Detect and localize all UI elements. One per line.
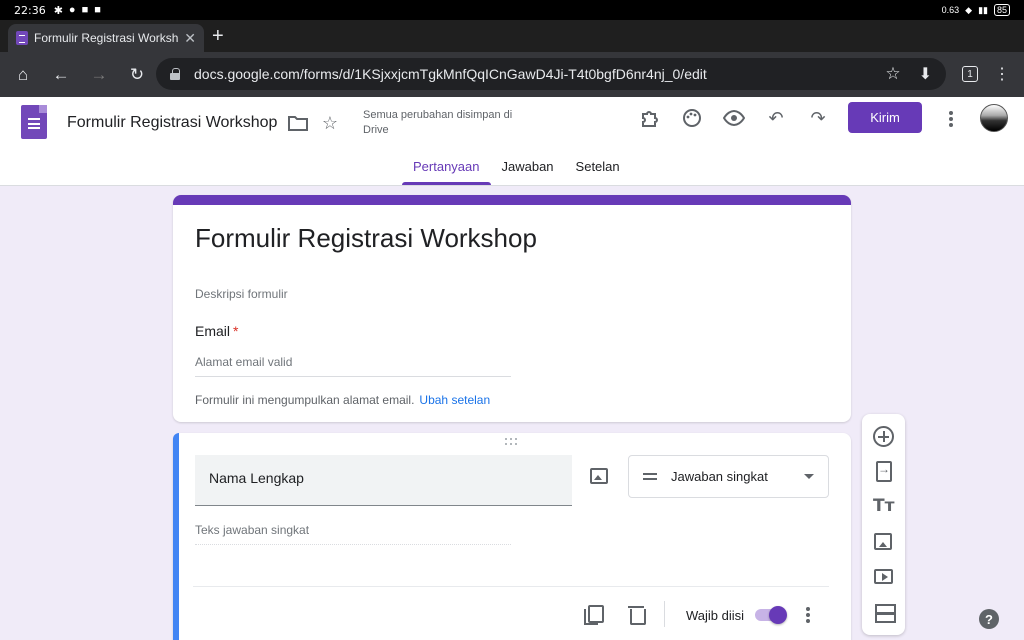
- import-questions-icon[interactable]: [876, 461, 892, 482]
- help-icon[interactable]: ?: [979, 609, 999, 629]
- toggle-knob: [769, 606, 787, 624]
- tab-responses[interactable]: Jawaban: [491, 159, 565, 185]
- browser-tab-title: Formulir Registrasi Workshop: [34, 31, 179, 45]
- short-answer-icon: [643, 473, 657, 480]
- back-icon[interactable]: ←: [42, 52, 80, 97]
- tab-questions[interactable]: Pertanyaan: [402, 159, 491, 185]
- short-answer-placeholder: Teks jawaban singkat: [195, 523, 511, 545]
- tab-switcher-button[interactable]: 1: [962, 66, 978, 82]
- footer-divider: [664, 601, 665, 627]
- more-options-icon[interactable]: [946, 109, 956, 129]
- add-question-icon[interactable]: [873, 426, 894, 447]
- divider: [193, 586, 829, 587]
- email-collection-note: Formulir ini mengumpulkan alamat email. U…: [195, 393, 490, 407]
- google-forms-logo-icon[interactable]: [21, 105, 47, 139]
- forward-icon[interactable]: →: [80, 52, 118, 97]
- add-section-icon[interactable]: [875, 604, 896, 623]
- active-card-indicator: [173, 433, 179, 640]
- required-label: Wajib diisi: [686, 608, 745, 623]
- required-asterisk: *: [233, 323, 239, 339]
- browser-menu-icon[interactable]: ⋮: [994, 64, 1010, 84]
- status-time: 22:36: [14, 3, 46, 17]
- bookmark-star-icon[interactable]: ☆: [885, 64, 900, 84]
- question-type-dropdown[interactable]: Jawaban singkat: [628, 455, 829, 498]
- preview-eye-icon[interactable]: [722, 106, 746, 130]
- form-title[interactable]: Formulir Registrasi Workshop: [195, 223, 537, 254]
- question-title-input[interactable]: Nama Lengkap: [195, 455, 572, 506]
- email-label-text: Email: [195, 323, 231, 339]
- email-field: Alamat email valid: [195, 355, 511, 377]
- forms-header: Formulir Registrasi Workshop ☆ Semua per…: [0, 97, 1024, 186]
- account-avatar[interactable]: [980, 104, 1008, 132]
- email-collection-text: Formulir ini mengumpulkan alamat email.: [195, 393, 415, 407]
- question-more-icon[interactable]: [803, 605, 813, 625]
- download-icon[interactable]: ⬇: [919, 64, 932, 84]
- net-speed: 0.63: [941, 5, 960, 15]
- url-text: docs.google.com/forms/d/1KSjxxjcmTgkMnfQ…: [194, 66, 707, 82]
- battery-level: 85: [993, 4, 1010, 16]
- spotify-icon: ●: [68, 4, 76, 16]
- forms-favicon-icon: [16, 31, 28, 45]
- required-toggle[interactable]: [755, 606, 787, 624]
- lock-icon: [170, 68, 180, 80]
- star-icon[interactable]: ☆: [318, 111, 342, 135]
- reload-icon[interactable]: ↻: [118, 52, 156, 97]
- add-title-icon[interactable]: Tт: [873, 496, 894, 517]
- form-title-card: Formulir Registrasi Workshop Deskripsi f…: [173, 195, 851, 422]
- browser-tab-strip: Formulir Registrasi Workshop ✕ +: [0, 20, 1024, 52]
- notification-icon: ■: [81, 4, 89, 16]
- question-type-label: Jawaban singkat: [671, 469, 768, 484]
- document-title[interactable]: Formulir Registrasi Workshop: [67, 114, 277, 132]
- form-description-field[interactable]: Deskripsi formulir: [195, 287, 288, 301]
- addons-puzzle-icon[interactable]: [638, 106, 662, 130]
- folder-icon[interactable]: [286, 111, 310, 135]
- question-toolbar: Tт: [862, 414, 905, 635]
- form-tabs: Pertanyaan Jawaban Setelan: [402, 159, 631, 185]
- delete-icon[interactable]: [625, 603, 647, 625]
- duplicate-icon[interactable]: [582, 603, 604, 625]
- email-label: Email *: [195, 323, 238, 339]
- signal-icon: ▮▮: [978, 4, 988, 15]
- bluetooth-icon: ✱: [53, 4, 63, 17]
- palette-icon[interactable]: [680, 106, 704, 130]
- send-button[interactable]: Kirim: [848, 102, 922, 133]
- status-bar: 22:36 ✱ ● ■ ■ 0.63 ◆ ▮▮ 85: [0, 0, 1024, 20]
- browser-tab[interactable]: Formulir Registrasi Workshop ✕: [8, 24, 204, 52]
- notification-icons: ✱ ● ■ ■: [54, 4, 101, 17]
- tab-settings[interactable]: Setelan: [565, 159, 631, 185]
- save-status: Semua perubahan disimpan di Drive: [363, 109, 513, 136]
- redo-icon[interactable]: ↷: [806, 106, 830, 130]
- change-settings-link[interactable]: Ubah setelan: [419, 393, 490, 407]
- add-image-icon[interactable]: [874, 533, 892, 550]
- browser-toolbar: ⌂ ← → ↻ docs.google.com/forms/d/1KSjxxjc…: [0, 52, 1024, 97]
- home-icon[interactable]: ⌂: [4, 52, 42, 97]
- close-tab-icon[interactable]: ✕: [184, 30, 196, 47]
- chevron-down-icon: [804, 474, 814, 479]
- undo-icon[interactable]: ↶: [764, 106, 788, 130]
- message-icon: ■: [94, 4, 101, 16]
- question-card[interactable]: Nama Lengkap Jawaban singkat Teks jawaba…: [173, 433, 851, 640]
- drag-handle-icon[interactable]: [505, 438, 519, 446]
- new-tab-icon[interactable]: +: [212, 26, 224, 46]
- add-image-icon[interactable]: [590, 468, 608, 484]
- wifi-icon: ◆: [965, 4, 973, 15]
- address-bar[interactable]: docs.google.com/forms/d/1KSjxxjcmTgkMnfQ…: [156, 58, 946, 90]
- tab-count: 1: [967, 68, 973, 80]
- add-video-icon[interactable]: [874, 569, 893, 584]
